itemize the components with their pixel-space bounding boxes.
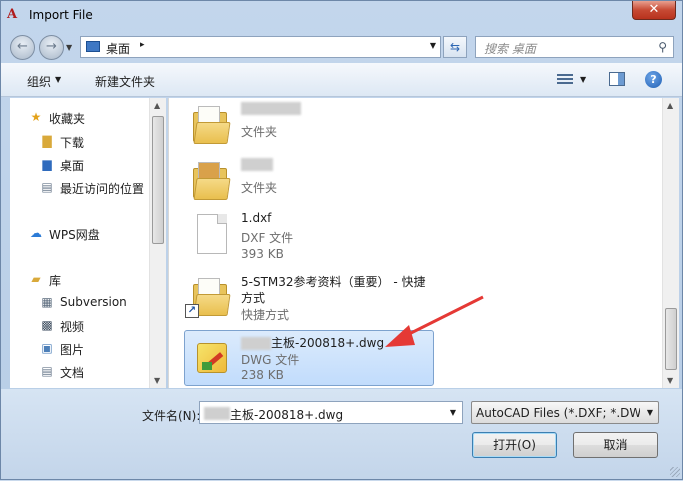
navigation-scrollbar[interactable]: ▲ ▼ — [149, 98, 166, 388]
search-input[interactable]: 搜索 桌面 ⚲ — [475, 36, 674, 58]
documents-icon: ▤ — [41, 364, 53, 378]
refresh-icon: ⇆ — [449, 40, 461, 54]
cloud-icon: ☁ — [30, 226, 42, 240]
file-item-dxf[interactable]: 1.dxf DXF 文件 393 KB — [185, 208, 435, 268]
dialog-footer: 文件名(N): 主板-200818+.dwg ▼ AutoCAD Files (… — [1, 389, 682, 479]
scroll-down-icon[interactable]: ▼ — [154, 376, 160, 385]
chevron-down-icon[interactable]: ▼ — [647, 408, 653, 417]
recent-locations-dropdown[interactable]: ▼ — [66, 43, 72, 52]
preview-pane-icon[interactable] — [609, 72, 625, 86]
file-item-folder-1[interactable]: 文件夹 — [185, 98, 435, 154]
shortcut-folder-icon: ↗ — [185, 276, 231, 318]
file-name — [241, 157, 273, 171]
dxf-file-icon — [193, 214, 229, 256]
sidebar-item-label: 库 — [49, 274, 62, 288]
view-options-dropdown-icon[interactable]: ▼ — [580, 75, 586, 84]
breadcrumb-desktop[interactable]: 桌面 — [106, 40, 130, 57]
file-name-dropdown-icon[interactable]: ▼ — [450, 408, 456, 417]
scroll-up-icon[interactable]: ▲ — [154, 101, 160, 110]
file-name-value: 主板-200818+.dwg — [230, 408, 344, 422]
file-name: 1.dxf — [241, 211, 272, 225]
download-folder-icon: ▇ — [42, 134, 52, 148]
file-type: 文件夹 — [241, 125, 278, 139]
search-placeholder: 搜索 桌面 — [484, 42, 536, 56]
breadcrumb-chevron-icon[interactable]: ▸ — [140, 40, 145, 50]
file-name — [241, 101, 301, 115]
file-name-label: 文件名(N): — [142, 409, 201, 423]
back-button[interactable]: ← — [10, 35, 35, 60]
navigation-pane: ★ 收藏夹 ▇ 下载 ▆ 桌面 ▤ 最近访问的位置 ☁ WPS网盘 ▰ 库 ▦ … — [10, 98, 165, 388]
address-bar: ← → ▼ 桌面 ▸ ▼ ⇆ 搜索 桌面 ⚲ — [1, 31, 682, 63]
folder-icon — [193, 104, 231, 146]
desktop-folder-icon — [86, 41, 100, 52]
library-icon: ▰ — [31, 272, 41, 286]
sidebar-item-label: 视频 — [60, 320, 85, 334]
scroll-thumb[interactable] — [152, 116, 164, 244]
scroll-thumb[interactable] — [665, 308, 677, 370]
sidebar-item-label: 文档 — [60, 366, 85, 380]
dwg-file-icon — [193, 337, 229, 379]
sidebar-item-label: WPS网盘 — [49, 228, 100, 242]
autocad-app-icon: A — [7, 7, 18, 22]
close-button[interactable]: ✕ — [632, 1, 676, 20]
file-name: 主板-200818+.dwg — [241, 334, 384, 351]
desktop-icon: ▆ — [42, 157, 52, 171]
star-icon: ★ — [30, 110, 42, 124]
file-type: DWG 文件 — [241, 353, 300, 367]
new-folder-button[interactable]: 新建文件夹 — [95, 73, 155, 90]
import-file-dialog: A Import File ✕ ← → ▼ 桌面 ▸ ▼ ⇆ 搜索 桌面 ⚲ 组… — [0, 0, 683, 480]
organize-dropdown-icon[interactable]: ▼ — [55, 75, 61, 84]
file-item-shortcut[interactable]: ↗ 5-STM32参考资料（重要） - 快捷 方式 快捷方式 — [185, 270, 435, 328]
title-bar[interactable]: A Import File ✕ — [1, 1, 682, 31]
sidebar-item-label: 最近访问的位置 — [60, 182, 145, 196]
help-icon[interactable]: ? — [645, 71, 662, 88]
pictures-icon: ▣ — [41, 341, 53, 355]
change-view-icon[interactable] — [557, 72, 573, 86]
video-icon: ▩ — [41, 318, 53, 332]
path-dropdown-icon[interactable]: ▼ — [430, 41, 436, 50]
cancel-button[interactable]: 取消 — [573, 432, 658, 458]
file-name: 5-STM32参考资料（重要） - 快捷 — [241, 275, 426, 289]
back-arrow-icon: ← — [17, 39, 28, 54]
file-item-folder-2[interactable]: 文件夹 — [185, 154, 435, 210]
shortcut-arrow-icon: ↗ — [185, 304, 199, 318]
file-type: 文件夹 — [241, 181, 278, 195]
command-toolbar: 组织 ▼ 新建文件夹 ▼ ? — [1, 63, 682, 97]
path-breadcrumb[interactable]: 桌面 ▸ ▼ — [80, 36, 441, 58]
scroll-down-icon[interactable]: ▼ — [667, 376, 673, 385]
file-size: 393 KB — [241, 247, 284, 261]
file-item-dwg-selected[interactable]: 主板-200818+.dwg DWG 文件 238 KB — [184, 330, 434, 386]
subversion-icon: ▦ — [41, 295, 53, 309]
forward-arrow-icon: → — [46, 39, 57, 54]
resize-grip[interactable] — [670, 467, 680, 477]
redacted-text — [204, 407, 230, 420]
sidebar-item-label: 桌面 — [60, 159, 85, 173]
sidebar-item-label: 收藏夹 — [49, 112, 86, 126]
recent-places-icon: ▤ — [41, 180, 53, 194]
sidebar-item-label: 下载 — [60, 136, 85, 150]
file-type-filter-value: AutoCAD Files (*.DXF; *.DWG — [476, 406, 640, 420]
scroll-up-icon[interactable]: ▲ — [667, 101, 673, 110]
search-icon[interactable]: ⚲ — [658, 40, 667, 54]
file-type: DXF 文件 — [241, 231, 294, 245]
sidebar-item-label: Subversion — [60, 295, 127, 309]
refresh-button[interactable]: ⇆ — [443, 36, 467, 58]
sidebar-item-label: 图片 — [60, 343, 85, 357]
file-type-filter-select[interactable]: AutoCAD Files (*.DXF; *.DWG ▼ — [471, 401, 659, 424]
file-name-field[interactable]: 主板-200818+.dwg ▼ — [199, 401, 463, 424]
organize-menu-button[interactable]: 组织 — [27, 73, 51, 90]
file-size: 238 KB — [241, 368, 284, 382]
file-name-line2: 方式 — [241, 291, 266, 305]
file-list: 文件夹 文件夹 1.dxf DXF 文件 393 KB ↗ 5-STM32参考资… — [168, 98, 662, 388]
forward-button[interactable]: → — [39, 35, 64, 60]
file-list-scrollbar[interactable]: ▲ ▼ — [662, 98, 679, 388]
window-title: Import File — [29, 8, 93, 22]
open-button[interactable]: 打开(O) — [472, 432, 557, 458]
file-type: 快捷方式 — [241, 308, 290, 322]
folder-icon — [193, 160, 231, 202]
